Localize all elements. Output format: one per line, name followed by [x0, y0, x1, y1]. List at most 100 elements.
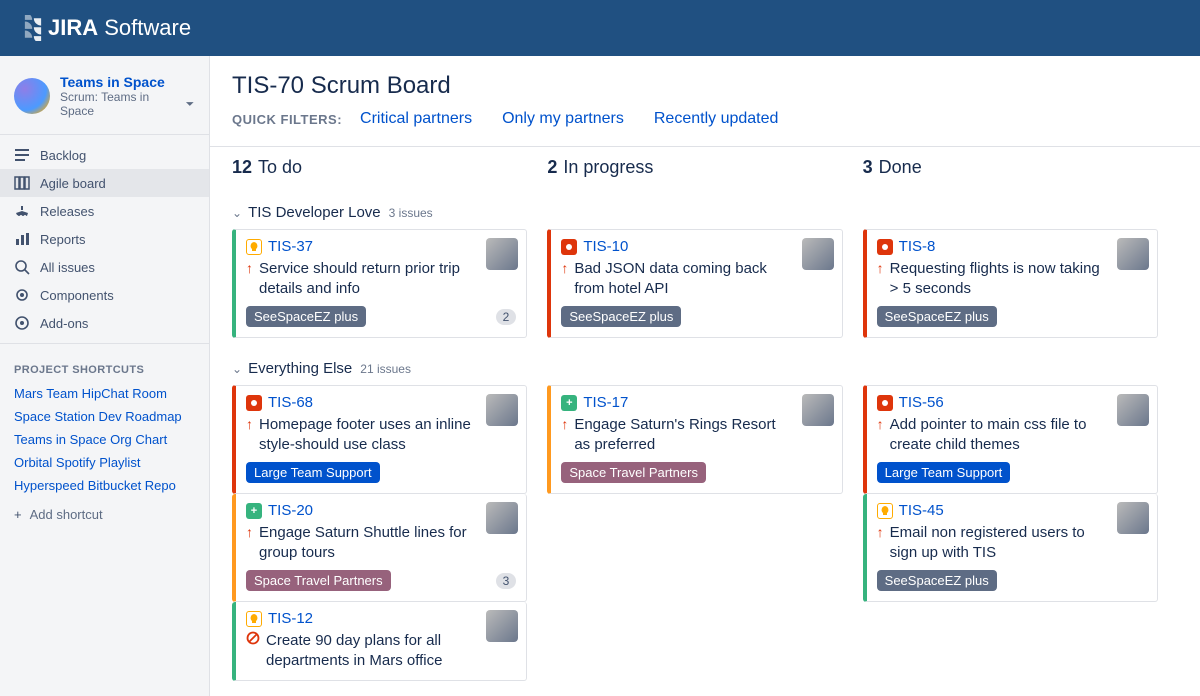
column-header: 2In progress	[547, 157, 842, 178]
divider	[0, 343, 209, 344]
shortcut-link[interactable]: Space Station Dev Roadmap	[0, 405, 209, 428]
issue-card[interactable]: TIS-12 Create 90 day plans for all depart…	[232, 602, 527, 681]
issue-summary: Create 90 day plans for all departments …	[266, 631, 516, 670]
epic-badge[interactable]: Space Travel Partners	[561, 462, 706, 483]
story-icon: +	[561, 395, 577, 411]
issue-card[interactable]: TIS-45 ↑ Email non registered users to sig…	[863, 494, 1158, 602]
issue-key[interactable]: TIS-20	[268, 502, 313, 519]
assignee-avatar[interactable]	[486, 394, 518, 426]
blocker-icon	[246, 631, 260, 649]
issue-key[interactable]: TIS-45	[899, 502, 944, 519]
subtask-count: 3	[496, 573, 517, 589]
shortcut-link[interactable]: Teams in Space Org Chart	[0, 428, 209, 451]
issue-card[interactable]: TIS-10 ↑ Bad JSON data coming back from ho…	[547, 229, 842, 338]
issue-summary: Requesting flights is now taking > 5 sec…	[890, 259, 1147, 298]
column: TIS-56 ↑ Add pointer to main css file to c…	[863, 385, 1178, 689]
issue-key[interactable]: TIS-10	[583, 238, 628, 255]
epic-badge[interactable]: Large Team Support	[246, 462, 380, 483]
sidebar-item-agile-board[interactable]: Agile board	[0, 169, 209, 197]
issue-card[interactable]: + TIS-20 ↑ Engage Saturn Shuttle lines for …	[232, 494, 527, 602]
issue-card[interactable]: TIS-56↑Add pointer to main css file to c…	[863, 385, 1158, 494]
search-icon	[14, 259, 30, 275]
board-icon	[14, 175, 30, 191]
sidebar-item-backlog[interactable]: Backlog	[0, 141, 209, 169]
assignee-avatar[interactable]	[486, 610, 518, 642]
jira-logo-icon	[20, 15, 46, 41]
column-header: 3Done	[863, 157, 1158, 178]
issue-summary: Add pointer to main css file to create c…	[890, 415, 1147, 454]
column: TIS-68 ↑ Homepage footer uses an inline st…	[232, 385, 547, 689]
epic-badge[interactable]: Large Team Support	[877, 462, 1011, 483]
issue-key[interactable]: TIS-17	[583, 394, 628, 411]
column: TIS-10 ↑ Bad JSON data coming back from ho…	[547, 229, 862, 346]
bug-icon	[246, 395, 262, 411]
issue-card[interactable]: TIS-8↑Requesting flights is now taking >…	[863, 229, 1158, 338]
issue-summary: Homepage footer uses an inline style-sho…	[259, 415, 516, 454]
shortcuts-heading: PROJECT SHORTCUTS	[0, 350, 209, 382]
sidebar-item-releases[interactable]: Releases	[0, 197, 209, 225]
issue-key[interactable]: TIS-37	[268, 238, 313, 255]
epic-badge[interactable]: SeeSpaceEZ plus	[877, 306, 997, 327]
quick-filter[interactable]: Only my partners	[502, 110, 624, 127]
ship-icon	[14, 203, 30, 219]
bug-icon	[561, 239, 577, 255]
priority-high-icon: ↑	[561, 415, 568, 433]
plus-icon: +	[14, 507, 22, 522]
priority-high-icon: ↑	[561, 259, 568, 277]
issue-key[interactable]: TIS-8	[899, 238, 936, 255]
priority-high-icon: ↑	[246, 523, 253, 541]
quick-filter[interactable]: Critical partners	[360, 110, 472, 127]
project-header[interactable]: Teams in Space Scrum: Teams in Space	[0, 68, 209, 128]
assignee-avatar[interactable]	[802, 238, 834, 270]
issue-summary: Engage Saturn Shuttle lines for group to…	[259, 523, 516, 562]
sidebar-item-add-ons[interactable]: Add-ons	[0, 309, 209, 337]
shortcut-link[interactable]: Hyperspeed Bitbucket Repo	[0, 474, 209, 497]
idea-icon	[246, 611, 262, 627]
quick-filters-label: QUICK FILTERS:	[232, 112, 342, 127]
sidebar-item-reports[interactable]: Reports	[0, 225, 209, 253]
idea-icon	[246, 239, 262, 255]
priority-high-icon: ↑	[246, 415, 253, 433]
issue-card[interactable]: TIS-68 ↑ Homepage footer uses an inline st…	[232, 385, 527, 494]
assignee-avatar[interactable]	[1117, 502, 1149, 534]
epic-badge[interactable]: SeeSpaceEZ plus	[877, 570, 997, 591]
epic-badge[interactable]: SeeSpaceEZ plus	[561, 306, 681, 327]
assignee-avatar[interactable]	[1117, 238, 1149, 270]
story-icon: +	[246, 503, 262, 519]
brand-light: Software	[98, 15, 191, 40]
assignee-avatar[interactable]	[486, 238, 518, 270]
issue-key[interactable]: TIS-56	[899, 394, 944, 411]
project-name: Teams in Space	[60, 74, 195, 90]
priority-high-icon: ↑	[877, 523, 884, 541]
sidebar-item-components[interactable]: Components	[0, 281, 209, 309]
shortcut-link[interactable]: Orbital Spotify Playlist	[0, 451, 209, 474]
shortcut-link[interactable]: Mars Team HipChat Room	[0, 382, 209, 405]
backlog-icon	[14, 147, 30, 163]
divider	[0, 134, 209, 135]
assignee-avatar[interactable]	[1117, 394, 1149, 426]
assignee-avatar[interactable]	[486, 502, 518, 534]
quick-filter[interactable]: Recently updated	[654, 110, 779, 127]
board-main: TIS-70 Scrum Board QUICK FILTERS: Critic…	[210, 56, 1200, 696]
app-header: JIRA Software	[0, 0, 1200, 56]
swimlane-header[interactable]: ⌄TIS Developer Love3 issues	[232, 204, 1178, 221]
assignee-avatar[interactable]	[802, 394, 834, 426]
issue-key[interactable]: TIS-12	[268, 610, 313, 627]
add-shortcut-button[interactable]: + Add shortcut	[0, 497, 209, 532]
issue-key[interactable]: TIS-68	[268, 394, 313, 411]
sidebar-item-all-issues[interactable]: All issues	[0, 253, 209, 281]
issue-card[interactable]: +TIS-17↑Engage Saturn's Rings Resort as …	[547, 385, 842, 494]
subtask-count: 2	[496, 309, 517, 325]
issue-summary: Bad JSON data coming back from hotel API	[574, 259, 831, 298]
column: TIS-8↑Requesting flights is now taking >…	[863, 229, 1178, 346]
swimlane-header[interactable]: ⌄Everything Else21 issues	[232, 360, 1178, 377]
issue-card[interactable]: TIS-37↑Service should return prior trip …	[232, 229, 527, 338]
epic-badge[interactable]: SeeSpaceEZ plus	[246, 306, 366, 327]
epic-badge[interactable]: Space Travel Partners	[246, 570, 391, 591]
issue-summary: Email non registered users to sign up wi…	[890, 523, 1147, 562]
idea-icon	[877, 503, 893, 519]
chevron-down-icon: ⌄	[232, 362, 242, 376]
addon-icon	[14, 315, 30, 331]
column: +TIS-17↑Engage Saturn's Rings Resort as …	[547, 385, 862, 689]
issue-summary: Service should return prior trip details…	[259, 259, 516, 298]
